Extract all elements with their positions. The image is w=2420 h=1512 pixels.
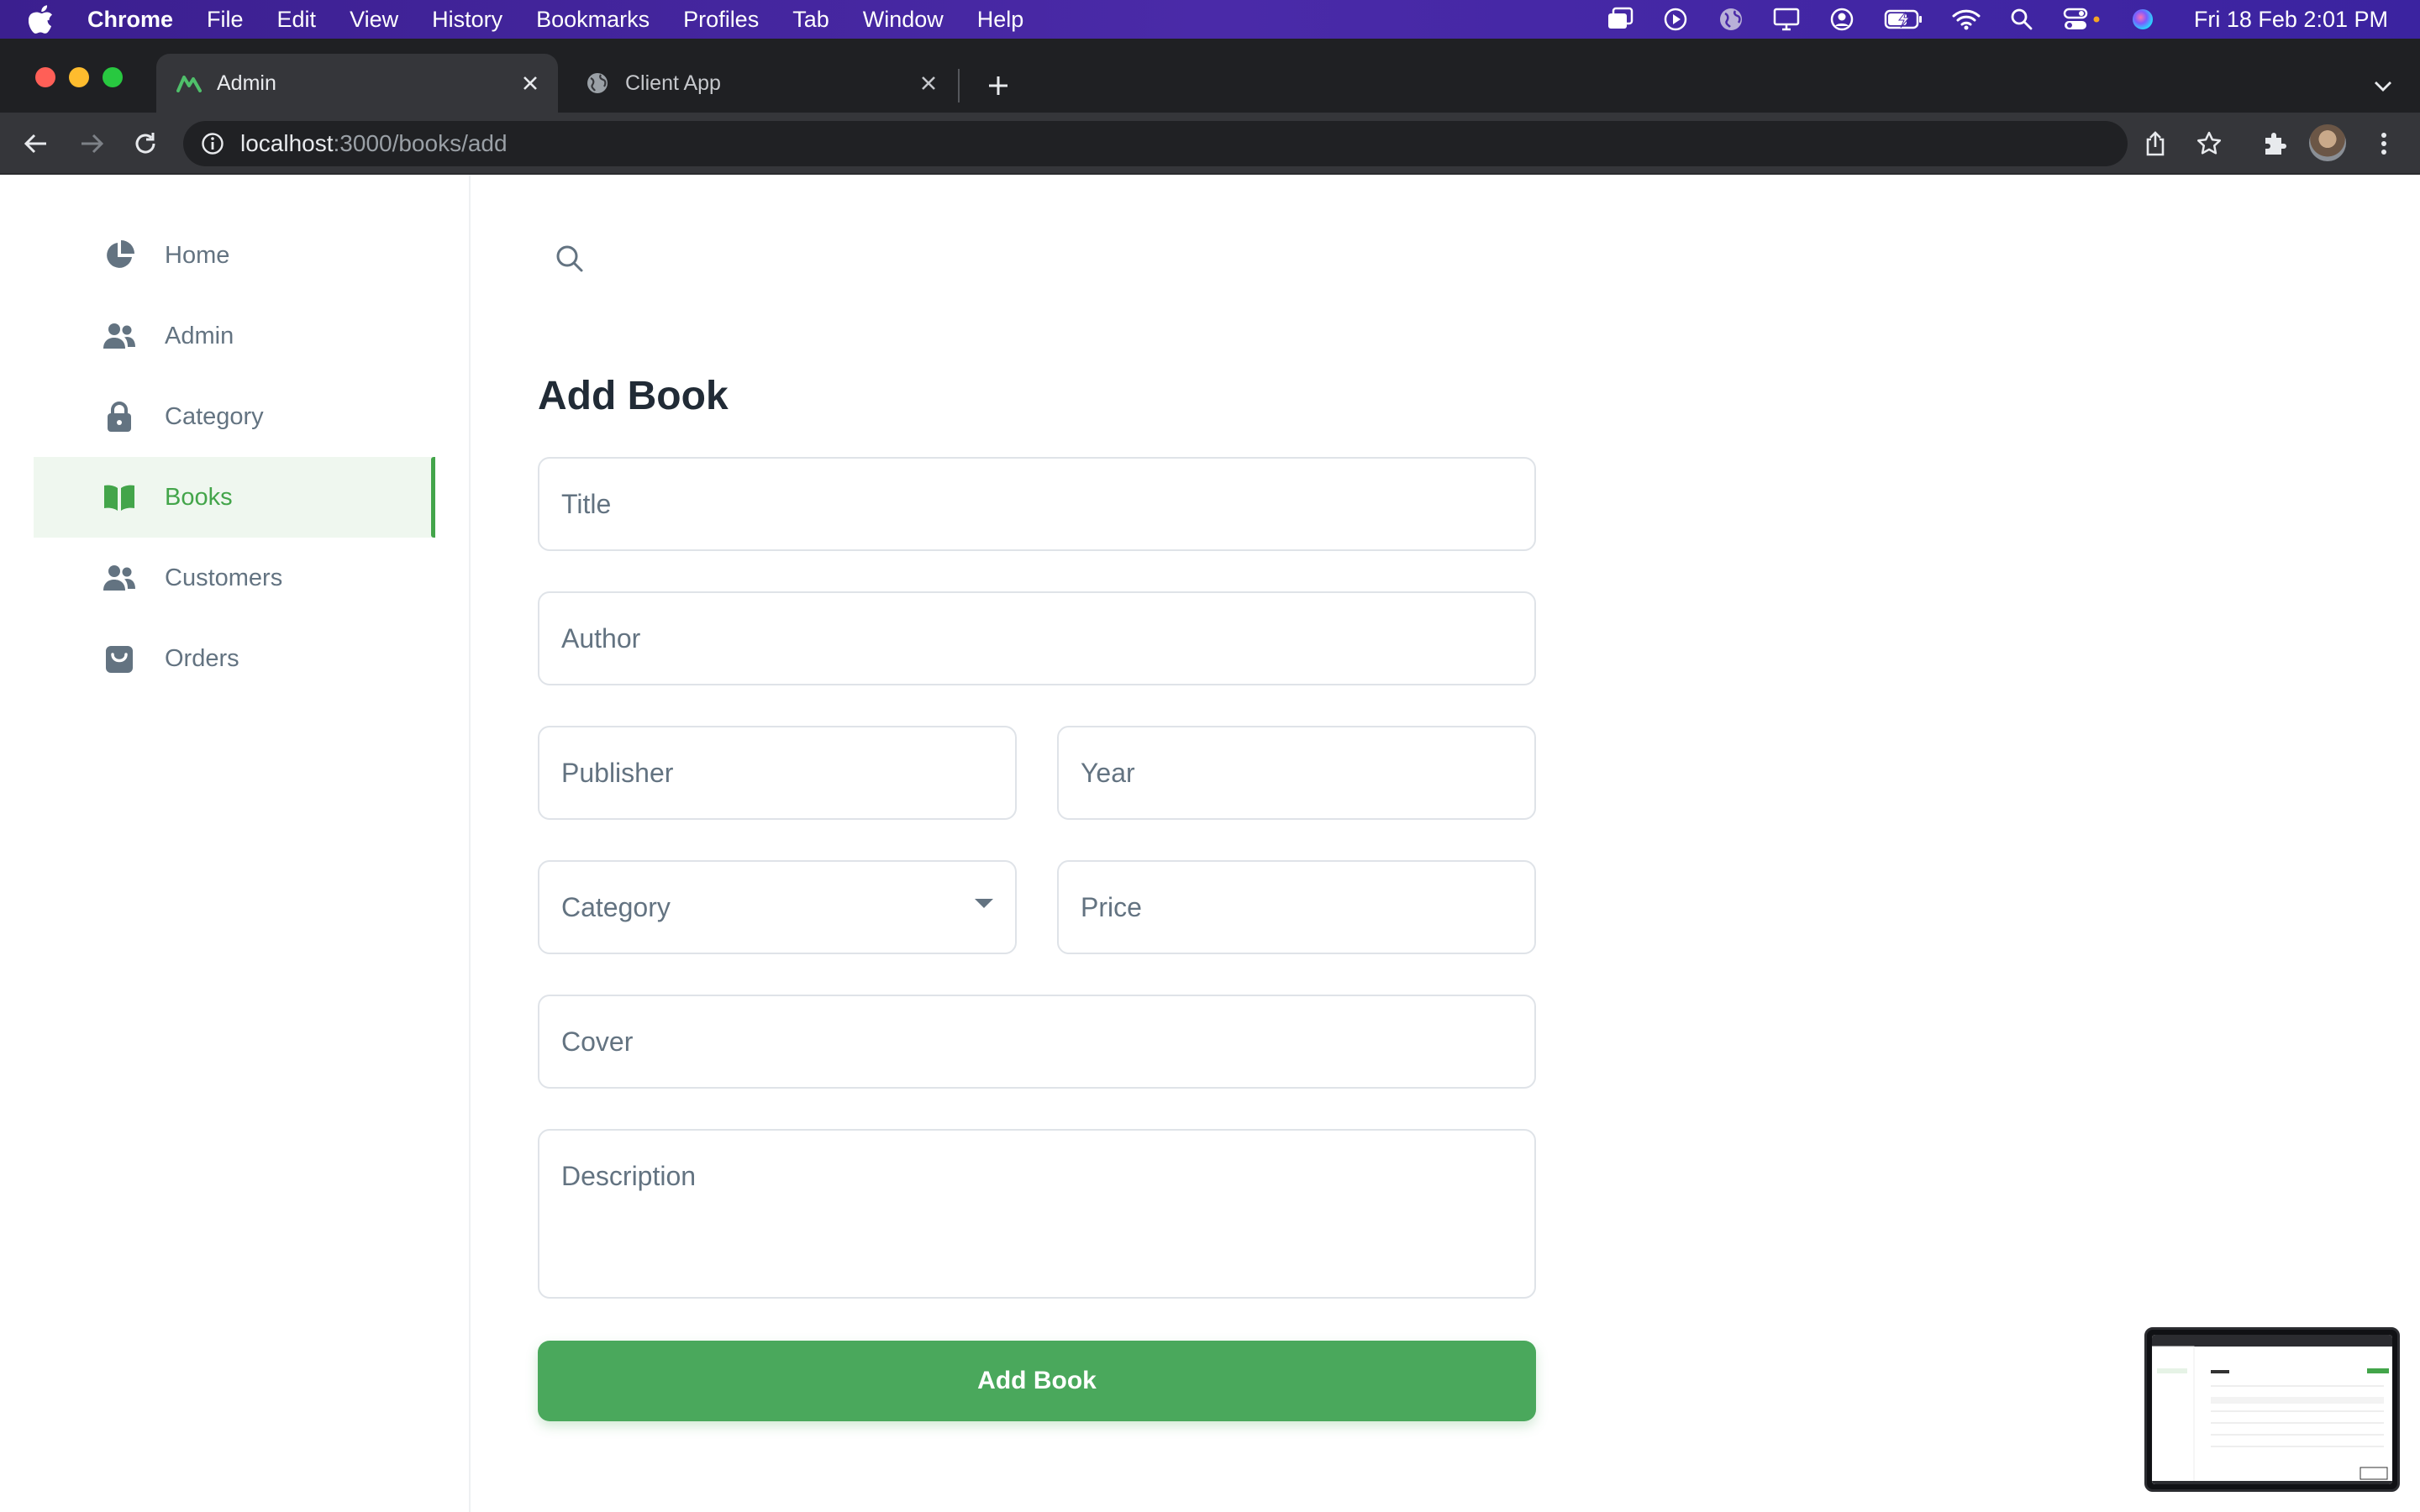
sidebar-item-category[interactable]: Category: [34, 376, 435, 457]
globe-favicon-icon: [585, 71, 610, 96]
tab-title: Admin: [217, 71, 276, 95]
menu-bar-status-area: Fri 18 Feb 2:01 PM: [1579, 0, 2420, 39]
menu-edit[interactable]: Edit: [277, 7, 317, 33]
users-icon: [103, 561, 136, 595]
tab-search-chevron-icon[interactable]: [2370, 72, 2396, 99]
display-icon[interactable]: [1772, 5, 1801, 34]
active-indicator: [431, 457, 435, 538]
shopping-bag-icon: [103, 642, 136, 675]
year-input[interactable]: [1059, 727, 1534, 818]
sidebar-item-label: Orders: [165, 644, 239, 672]
thumbnail-screen-image: [2152, 1335, 2392, 1484]
title-input[interactable]: [539, 459, 1534, 549]
users-icon: [103, 319, 136, 353]
author-field: [538, 591, 1536, 685]
globe-icon[interactable]: [1717, 5, 1745, 34]
sidebar-item-admin[interactable]: Admin: [34, 296, 435, 376]
menu-tab[interactable]: Tab: [792, 7, 829, 33]
book-open-icon: [103, 480, 136, 514]
macos-menu-bar: Chrome File Edit View History Bookmarks …: [0, 0, 2420, 39]
menu-file[interactable]: File: [207, 7, 244, 33]
back-arrow-icon[interactable]: [20, 128, 52, 160]
publisher-field: [538, 726, 1017, 820]
tab-close-icon[interactable]: [916, 71, 941, 96]
year-field: [1057, 726, 1536, 820]
price-input[interactable]: [1059, 862, 1534, 953]
sidebar-item-label: Category: [165, 402, 264, 430]
battery-charging-icon[interactable]: [1883, 5, 1925, 34]
address-bar[interactable]: localhost:3000/books/add: [183, 121, 2128, 166]
wifi-icon[interactable]: [1952, 5, 1981, 34]
reload-icon[interactable]: [129, 128, 161, 160]
search-icon[interactable]: [550, 239, 590, 279]
siri-icon[interactable]: [2128, 5, 2157, 34]
menu-bar-clock[interactable]: Fri 18 Feb 2:01 PM: [2194, 7, 2388, 33]
window-zoom-button[interactable]: [103, 67, 123, 87]
menu-chrome[interactable]: Chrome: [87, 7, 173, 33]
sidebar-item-home[interactable]: Home: [34, 215, 435, 296]
tab-separator: [958, 69, 960, 102]
extensions-puzzle-icon[interactable]: [2259, 128, 2291, 160]
menu-history[interactable]: History: [432, 7, 502, 33]
description-textarea[interactable]: [539, 1131, 1534, 1297]
tab-title: Client App: [625, 71, 721, 95]
profile-avatar[interactable]: [2309, 124, 2346, 161]
url-host: localhost: [240, 130, 334, 156]
control-center-icon[interactable]: [2063, 5, 2102, 34]
browser-toolbar: localhost:3000/books/add: [0, 113, 2420, 175]
menu-view[interactable]: View: [350, 7, 398, 33]
tab-close-icon[interactable]: [518, 71, 543, 96]
lock-icon: [103, 400, 136, 433]
play-icon[interactable]: [1661, 5, 1690, 34]
sidebar-item-customers[interactable]: Customers: [34, 538, 435, 618]
sidebar-item-label: Home: [165, 241, 230, 269]
sidebar-item-books[interactable]: Books: [34, 457, 435, 538]
cover-field: [538, 995, 1536, 1089]
apple-menu-icon[interactable]: [29, 5, 62, 34]
caret-down-icon: [975, 899, 993, 908]
tab-client-app[interactable]: Client App: [565, 54, 956, 113]
author-input[interactable]: [539, 593, 1534, 684]
spotlight-search-icon[interactable]: [2007, 5, 2036, 34]
pie-chart-icon: [103, 239, 136, 272]
title-field: [538, 457, 1536, 551]
bookmark-star-icon[interactable]: [2193, 128, 2225, 160]
cover-input[interactable]: [539, 996, 1534, 1087]
sidebar: Home Admin Category Books Customers Orde…: [0, 175, 471, 1512]
admin-app: Home Admin Category Books Customers Orde…: [0, 175, 2420, 1512]
url-path: :3000/books/add: [333, 130, 508, 156]
page-title: Add Book: [538, 374, 729, 418]
sidebar-item-label: Customers: [165, 564, 283, 591]
menu-bookmarks[interactable]: Bookmarks: [536, 7, 650, 33]
sidebar-item-orders[interactable]: Orders: [34, 618, 435, 699]
description-field: [538, 1129, 1536, 1299]
admin-favicon-icon: [176, 71, 202, 96]
user-circle-icon[interactable]: [1828, 5, 1856, 34]
browser-tab-strip: Admin Client App: [0, 39, 2420, 113]
window-close-button[interactable]: [35, 67, 55, 87]
menu-profiles[interactable]: Profiles: [683, 7, 759, 33]
forward-arrow-icon[interactable]: [76, 128, 108, 160]
new-tab-plus-icon[interactable]: [983, 71, 1013, 101]
sidebar-item-label: Books: [165, 483, 233, 511]
publisher-input[interactable]: [539, 727, 1015, 818]
tab-admin[interactable]: Admin: [156, 54, 558, 113]
sidebar-item-label: Admin: [165, 322, 234, 349]
add-book-button[interactable]: Add Book: [538, 1341, 1536, 1421]
category-select[interactable]: Category: [538, 860, 1017, 954]
chrome-menu-kebab-icon[interactable]: [2368, 128, 2400, 160]
thumbnail-miniature-graphic: [2152, 1335, 2392, 1484]
window-minimize-button[interactable]: [69, 67, 89, 87]
screen-mirror-icon[interactable]: [1606, 5, 1634, 34]
site-info-icon[interactable]: [200, 131, 225, 156]
menu-help[interactable]: Help: [977, 7, 1024, 33]
share-icon[interactable]: [2139, 128, 2171, 160]
category-select-label: Category: [561, 891, 671, 922]
price-field: [1057, 860, 1536, 954]
menu-window[interactable]: Window: [863, 7, 944, 33]
screenshot-thumbnail-preview[interactable]: [2144, 1327, 2400, 1492]
